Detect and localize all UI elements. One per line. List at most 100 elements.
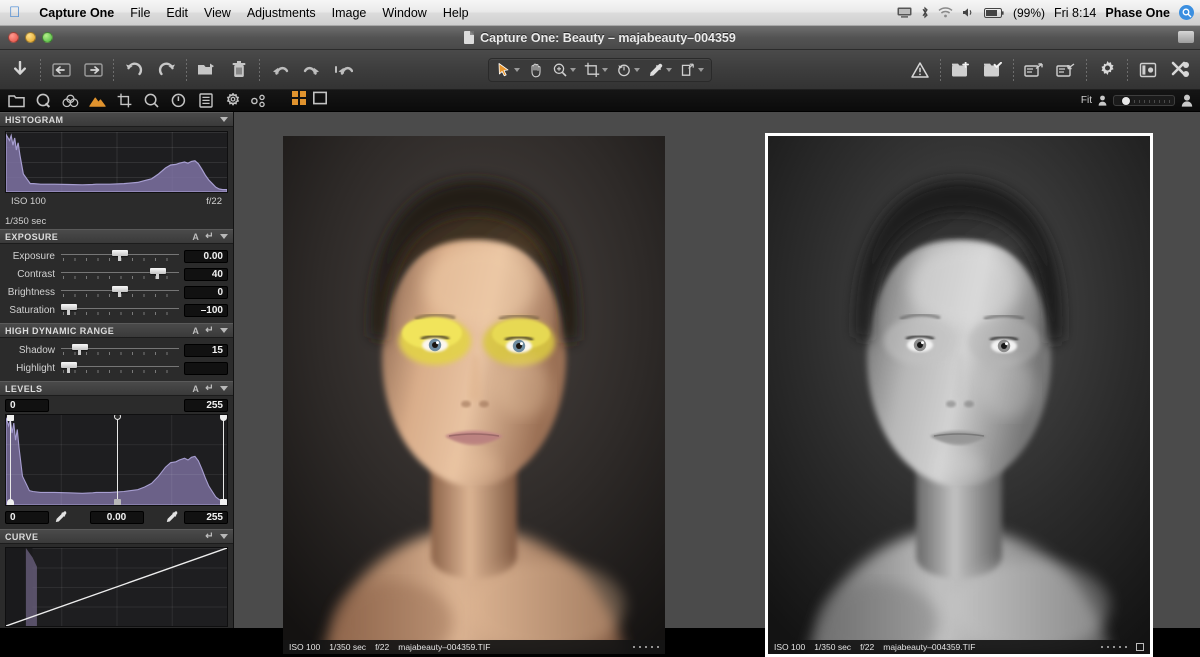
primary-variant-photo[interactable] xyxy=(283,136,665,654)
add-album-icon[interactable] xyxy=(950,59,972,81)
sidebar-item-details-tab[interactable] xyxy=(143,92,160,109)
variant-badge-icon[interactable] xyxy=(1136,643,1144,651)
viewer-large-icon[interactable] xyxy=(1181,94,1193,107)
viewer-zoom-label[interactable]: Fit xyxy=(1081,95,1092,106)
window-toolbar-toggle[interactable] xyxy=(1178,31,1194,43)
move-previous-icon[interactable] xyxy=(50,59,72,81)
slider-knob[interactable] xyxy=(1122,97,1130,105)
volume-icon[interactable] xyxy=(962,7,975,18)
grid-view-button[interactable] xyxy=(292,91,306,110)
levels-black-handle-bottom[interactable] xyxy=(7,499,14,506)
slider-value-shadow[interactable]: 15 xyxy=(184,344,228,357)
levels-plot[interactable] xyxy=(5,414,228,506)
sidebar-item-batch-tab[interactable] xyxy=(251,92,268,109)
menu-file[interactable]: File xyxy=(122,0,158,26)
reset-arrow-icon-curve[interactable]: ↵ xyxy=(205,532,214,542)
curve-plot[interactable] xyxy=(5,547,228,627)
menu-capture-one[interactable]: Capture One xyxy=(31,0,122,26)
redo-icon[interactable] xyxy=(301,59,323,81)
bluetooth-icon[interactable] xyxy=(921,6,929,19)
secondary-variant-photo[interactable] xyxy=(768,136,1150,654)
image-viewer[interactable]: ISO 100 1/350 sec f/22 majabeauty–004359… xyxy=(234,112,1200,628)
delete-trash-icon[interactable] xyxy=(228,59,250,81)
single-view-button[interactable] xyxy=(313,91,327,110)
slider-value-brightness[interactable]: 0 xyxy=(184,286,228,299)
menu-window[interactable]: Window xyxy=(374,0,434,26)
histogram-plot[interactable] xyxy=(5,131,228,193)
levels-gamma-value[interactable]: 0.00 xyxy=(90,511,144,524)
slider-track-contrast[interactable] xyxy=(61,265,179,283)
sidebar-item-quick-tab[interactable] xyxy=(35,92,52,109)
rating-dots[interactable] xyxy=(633,646,659,648)
open-folder-icon[interactable] xyxy=(196,59,218,81)
sidebar-item-metadata-list-tab[interactable] xyxy=(197,92,214,109)
sidebar-item-exposure-tab[interactable] xyxy=(89,92,106,109)
chevron-down-icon[interactable] xyxy=(666,68,672,72)
levels-white-handle-top[interactable] xyxy=(220,414,227,421)
import-download-icon[interactable] xyxy=(9,59,31,81)
reset-arrow-icon-hdr[interactable]: ↵ xyxy=(205,326,214,336)
slider-track-brightness[interactable] xyxy=(61,283,179,301)
chevron-down-icon[interactable] xyxy=(514,68,520,72)
panel-chevron-icon-exposure[interactable] xyxy=(220,234,228,239)
panel-header-levels[interactable]: LEVELS A ↵ xyxy=(0,381,233,396)
white-point-pipette-icon[interactable] xyxy=(164,509,180,525)
display-icon[interactable] xyxy=(897,7,912,18)
viewer-small-icon[interactable] xyxy=(1098,95,1107,106)
auto-adjust-button-hdr[interactable]: A xyxy=(192,326,199,336)
chevron-down-icon[interactable] xyxy=(634,68,640,72)
browser-size-slider[interactable] xyxy=(1113,95,1175,106)
levels-black-handle-top[interactable] xyxy=(7,414,14,421)
panel-chevron-icon-curve[interactable] xyxy=(220,534,228,539)
rotate-left-icon[interactable] xyxy=(123,59,145,81)
levels-black-handle-line[interactable] xyxy=(10,415,11,505)
import-originals-icon[interactable] xyxy=(1055,59,1077,81)
sidebar-item-lens-crop-tab[interactable] xyxy=(116,92,133,109)
slider-value-contrast[interactable]: 40 xyxy=(184,268,228,281)
menu-edit[interactable]: Edit xyxy=(158,0,196,26)
rating-dots[interactable] xyxy=(1101,643,1144,651)
pan-hand-tool[interactable] xyxy=(525,61,547,79)
zoom-magnifier-tool[interactable] xyxy=(549,61,579,79)
spotlight-search-icon[interactable] xyxy=(1179,5,1194,20)
eyedropper-tool[interactable] xyxy=(645,61,675,79)
menu-help[interactable]: Help xyxy=(435,0,477,26)
auto-adjust-button-exposure[interactable]: A xyxy=(192,232,199,242)
cursor-select-tool[interactable] xyxy=(493,61,523,79)
black-point-pipette-icon[interactable] xyxy=(53,509,69,525)
slider-track-saturation[interactable] xyxy=(61,301,179,319)
keystone-tool[interactable] xyxy=(677,61,707,79)
slider-track-highlight[interactable] xyxy=(61,359,179,377)
reset-arrow-icon-exposure[interactable]: ↵ xyxy=(205,232,214,242)
chevron-down-icon[interactable] xyxy=(602,68,608,72)
sidebar-item-adjustments-info-tab[interactable] xyxy=(170,92,187,109)
move-next-icon[interactable] xyxy=(82,59,104,81)
slider-value-exposure[interactable]: 0.00 xyxy=(184,250,228,263)
levels-white-handle-line[interactable] xyxy=(223,415,224,505)
levels-input-black[interactable]: 0 xyxy=(5,399,49,412)
apple-logo-icon[interactable]:  xyxy=(9,5,20,20)
rotate-right-icon[interactable] xyxy=(155,59,177,81)
menu-clock[interactable]: Fri 8:14 xyxy=(1054,6,1096,20)
levels-gray-handle-top[interactable] xyxy=(114,414,121,420)
batch-panel-icon[interactable] xyxy=(1137,59,1159,81)
chevron-down-icon[interactable] xyxy=(570,68,576,72)
slider-value-saturation[interactable]: –100 xyxy=(184,304,228,317)
wifi-icon[interactable] xyxy=(938,7,953,18)
levels-gray-handle-line[interactable] xyxy=(117,415,118,505)
panel-header-exposure[interactable]: EXPOSURE A ↵ xyxy=(0,229,233,244)
histogram-options-chevron[interactable] xyxy=(220,117,228,122)
menu-user[interactable]: Phase One xyxy=(1105,6,1170,20)
reset-arrow-icon-levels[interactable]: ↵ xyxy=(205,384,214,394)
slider-value-highlight[interactable] xyxy=(184,362,228,375)
auto-adjust-button-levels[interactable]: A xyxy=(192,384,199,394)
menu-adjustments[interactable]: Adjustments xyxy=(239,0,324,26)
export-originals-icon[interactable] xyxy=(1023,59,1045,81)
panel-header-curve[interactable]: CURVE ↵ xyxy=(0,529,233,544)
sidebar-item-color-tab[interactable] xyxy=(62,92,79,109)
slider-track-shadow[interactable] xyxy=(61,341,179,359)
levels-input-white[interactable]: 255 xyxy=(184,399,228,412)
menu-view[interactable]: View xyxy=(196,0,239,26)
panel-header-hdr[interactable]: HIGH DYNAMIC RANGE A ↵ xyxy=(0,323,233,338)
menu-image[interactable]: Image xyxy=(324,0,375,26)
